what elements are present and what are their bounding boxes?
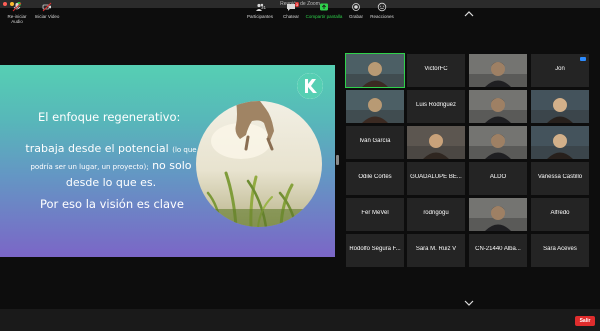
video-on-indicator-icon	[580, 57, 586, 61]
k-logo-icon	[297, 73, 323, 99]
participant-name: Alfredo	[550, 210, 570, 216]
participant-tile[interactable]: Jon	[531, 54, 589, 87]
participant-tile[interactable]: Fer MeVel	[346, 198, 404, 231]
smiley-icon	[377, 2, 387, 12]
share-screen-button[interactable]: Compartir pantalla	[304, 2, 344, 19]
participant-video-feed	[469, 54, 527, 87]
participant-tile[interactable]: Vanessa Castillo	[531, 162, 589, 195]
slide-body-main-1: trabaja desde el potencial	[25, 142, 169, 155]
participant-name: VictorFC	[424, 66, 448, 72]
participant-video-feed	[469, 90, 527, 123]
participant-name: Jon	[555, 66, 565, 72]
panel-resize-handle[interactable]	[336, 155, 339, 165]
participants-label: Participantes	[246, 14, 273, 19]
participant-name: ALDO	[489, 174, 507, 180]
participant-tile[interactable]	[346, 90, 404, 123]
start-video-label: Iniciar Video	[34, 14, 60, 19]
chevron-up-icon[interactable]	[462, 10, 476, 18]
participant-name: Vanessa Castillo	[537, 174, 583, 180]
participant-tile[interactable]: GUADALUPE BE...	[407, 162, 465, 195]
participants-count: 31	[261, 5, 267, 10]
participant-tile[interactable]: rodrigogu	[407, 198, 465, 231]
participant-tile[interactable]	[407, 126, 465, 159]
share-screen-icon	[320, 3, 328, 11]
participant-tile[interactable]: Iván García	[346, 126, 404, 159]
start-video-button[interactable]: Iniciar Video	[34, 2, 60, 19]
participant-video-feed	[469, 126, 527, 159]
participant-tile[interactable]: CN-21440 Alba...	[469, 234, 527, 267]
slide-body: trabaja desde el potencial (lo que podrí…	[22, 141, 200, 191]
participant-name: Odile Cortés	[358, 174, 392, 180]
participant-name: Rodolfo Segura F...	[349, 246, 401, 252]
participants-icon-wrap: 31	[250, 2, 270, 14]
participant-video-feed	[346, 54, 404, 87]
microphone-muted-icon	[12, 2, 22, 12]
participant-tile[interactable]: Alfredo	[531, 198, 589, 231]
participant-video-feed	[531, 126, 589, 159]
share-screen-label: Compartir pantalla	[305, 14, 343, 19]
reactions-label: Reacciones	[370, 14, 394, 19]
participant-name: Sara M. Ruiz V	[415, 246, 457, 252]
record-icon	[352, 3, 360, 11]
record-button[interactable]: Grabar	[346, 2, 366, 19]
chat-icon-wrap: 3	[286, 2, 299, 14]
participant-name: rodrigogu	[423, 210, 449, 216]
leave-meeting-button[interactable]: Salir	[575, 316, 595, 326]
unmute-button[interactable]: Re-iniciar Audio	[2, 2, 32, 24]
video-camera-off-icon	[42, 2, 52, 12]
participant-tile[interactable]	[469, 126, 527, 159]
participant-tile[interactable]	[345, 53, 405, 88]
record-label: Grabar	[348, 14, 363, 19]
participant-tile[interactable]: Odile Cortés	[346, 162, 404, 195]
participant-name: Fer MeVel	[361, 210, 389, 216]
chevron-down-icon[interactable]	[462, 299, 476, 307]
participant-video-feed	[531, 90, 589, 123]
participant-tile[interactable]: Rodolfo Segura F...	[346, 234, 404, 267]
participant-name: GUADALUPE BE...	[410, 174, 462, 180]
participant-tile[interactable]: ALDO	[469, 162, 527, 195]
participant-name: Luis Rodriguez	[415, 102, 457, 108]
participants-button[interactable]: 31 Participantes	[246, 2, 274, 19]
participant-name: Iván García	[359, 138, 391, 144]
participant-tile[interactable]	[531, 126, 589, 159]
reactions-button[interactable]: Reacciones	[370, 2, 394, 19]
participant-tile[interactable]	[469, 198, 527, 231]
meeting-toolbar	[0, 309, 600, 331]
participant-tile[interactable]: Luis Rodriguez	[407, 90, 465, 123]
slide-heading: El enfoque regenerativo:	[38, 110, 181, 124]
chat-badge: 3	[294, 2, 299, 7]
chat-button[interactable]: 3 Chatear	[280, 2, 302, 19]
participant-tile[interactable]	[469, 90, 527, 123]
participant-tile[interactable]: Sara M. Ruiz V	[407, 234, 465, 267]
unmute-label: Re-iniciar Audio	[7, 14, 27, 24]
slide-hand-photo	[196, 101, 322, 227]
participant-name: Sara Aceves	[543, 246, 577, 252]
participant-video-feed	[346, 90, 404, 123]
participant-tile[interactable]	[469, 54, 527, 87]
participant-tile[interactable]: VictorFC	[407, 54, 465, 87]
participant-video-feed	[407, 126, 465, 159]
participant-tile[interactable]: Sara Aceves	[531, 234, 589, 267]
participant-tile[interactable]	[531, 90, 589, 123]
chat-label: Chatear	[282, 14, 299, 19]
slide-closing: Por eso la visión es clave	[40, 197, 184, 211]
participant-video-feed	[469, 198, 527, 231]
participant-name: CN-21440 Alba...	[475, 246, 521, 252]
